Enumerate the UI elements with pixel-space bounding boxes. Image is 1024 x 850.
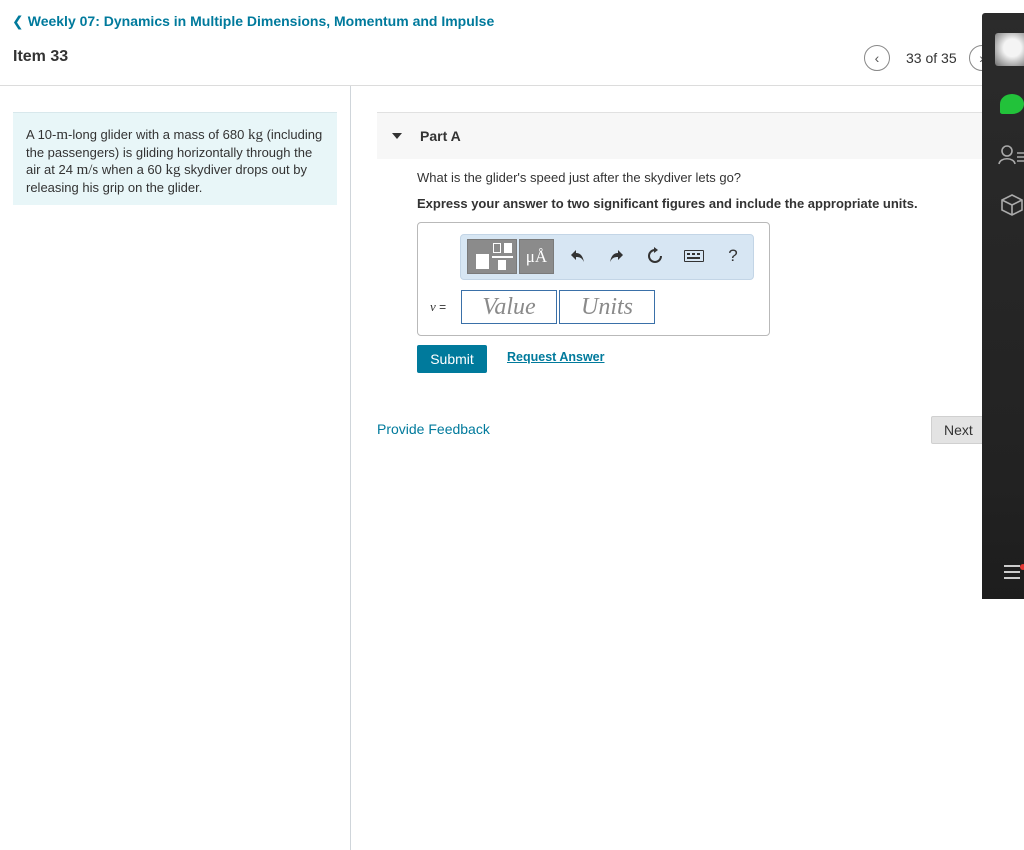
menu-icon[interactable] (1004, 565, 1020, 579)
reset-icon[interactable] (642, 243, 668, 269)
part-a-header[interactable]: Part A (377, 112, 984, 159)
problem-statement: A 10-m-long glider with a mass of 680 kg… (13, 112, 337, 205)
answer-box: μÅ ? v = (417, 222, 770, 336)
cube-icon[interactable] (1000, 193, 1024, 217)
chat-icon[interactable] (1000, 94, 1024, 114)
request-answer-link[interactable]: Request Answer (507, 350, 604, 364)
redo-icon[interactable] (603, 243, 629, 269)
notification-dot (1020, 564, 1024, 570)
units-tool-icon[interactable]: μÅ (519, 239, 554, 274)
previous-item-button[interactable]: ‹ (864, 45, 890, 71)
problem-text: -long glider with a mass of 680 (68, 127, 248, 142)
keyboard-icon[interactable] (681, 243, 707, 269)
undo-icon[interactable] (565, 243, 591, 269)
column-divider (350, 86, 351, 850)
next-label: Next (944, 422, 973, 438)
problem-text: A 10- (26, 127, 57, 142)
chevron-left-icon: ‹ (874, 50, 880, 66)
submit-button[interactable]: Submit (417, 345, 487, 373)
pager-text: 33 of 35 (906, 50, 957, 66)
unit-meter: m (56, 127, 69, 143)
unit-meters-per-second: m/s (76, 162, 99, 178)
unit-kilogram: kg (165, 162, 181, 178)
back-link-label: Weekly 07: Dynamics in Multiple Dimensio… (27, 13, 495, 29)
collapse-triangle-icon (392, 133, 402, 139)
problem-text: when a 60 (98, 162, 166, 177)
unit-kilogram: kg (247, 127, 263, 143)
provide-feedback-link[interactable]: Provide Feedback (377, 421, 490, 437)
variable-label: v = (430, 299, 446, 315)
part-label: Part A (420, 128, 461, 144)
math-toolbar: μÅ ? (460, 234, 754, 280)
value-input[interactable] (461, 290, 557, 324)
help-icon[interactable]: ? (720, 243, 746, 269)
templates-icon[interactable] (467, 239, 517, 274)
instruction-text: Express your answer to two significant f… (417, 196, 918, 211)
question-text: What is the glider's speed just after th… (417, 170, 742, 185)
back-link[interactable]: ❮ Weekly 07: Dynamics in Multiple Dimensi… (12, 13, 494, 30)
side-panel (982, 13, 1024, 599)
pager: ‹ 33 of 35 › (864, 45, 995, 71)
avatar[interactable] (995, 33, 1024, 66)
equals-sign: = (435, 300, 447, 314)
chevron-left-icon: ❮ (12, 13, 24, 29)
item-title: Item 33 (13, 48, 69, 65)
header-divider (0, 85, 984, 86)
units-input[interactable] (559, 290, 655, 324)
user-list-icon[interactable] (998, 144, 1024, 166)
